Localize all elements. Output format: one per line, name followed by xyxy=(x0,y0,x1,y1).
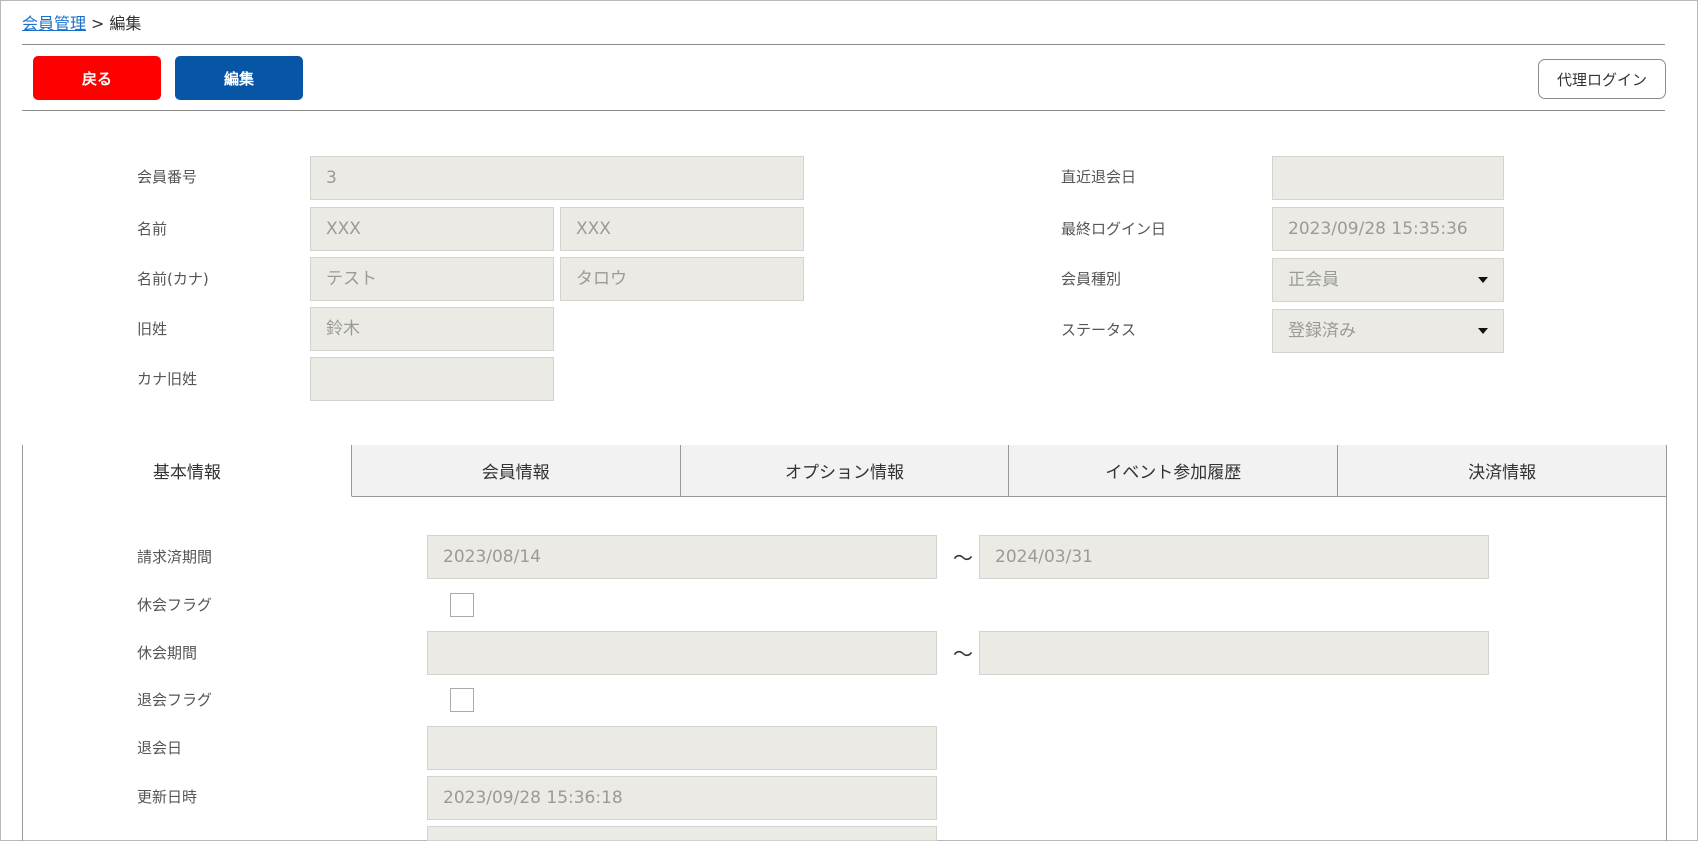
tab-bar: 基本情報 会員情報 オプション情報 イベント参加履歴 決済情報 xyxy=(23,445,1666,497)
tab-basic-info[interactable]: 基本情報 xyxy=(23,445,352,497)
member-number-field: 3 xyxy=(310,156,804,200)
breadcrumb-separator: > xyxy=(91,14,105,33)
next-field-partial xyxy=(427,826,937,841)
last-login-date-field: 2023/09/28 15:35:36 xyxy=(1272,207,1504,251)
breadcrumb-member-management-link[interactable]: 会員管理 xyxy=(22,14,86,33)
withdrawal-flag-checkbox[interactable] xyxy=(450,688,474,712)
member-type-label: 会員種別 xyxy=(1061,270,1122,288)
tab-option-info[interactable]: オプション情報 xyxy=(680,445,1010,497)
name-kana-label: 名前(カナ) xyxy=(137,270,209,288)
last-login-date-label: 最終ログイン日 xyxy=(1061,220,1167,238)
withdrawal-date-label: 退会日 xyxy=(137,739,183,757)
proxy-login-button[interactable]: 代理ログイン xyxy=(1538,59,1666,99)
member-number-label: 会員番号 xyxy=(137,168,198,186)
billed-period-label: 請求済期間 xyxy=(137,548,213,566)
breadcrumb-current: 編集 xyxy=(109,14,142,33)
toolbar-divider xyxy=(22,110,1665,111)
withdrawal-date-field xyxy=(427,726,937,770)
tab-event-history[interactable]: イベント参加履歴 xyxy=(1009,445,1339,497)
first-name-kana-field: タロウ xyxy=(560,257,804,301)
last-name-kana-field: テスト xyxy=(310,257,554,301)
former-surname-label: 旧姓 xyxy=(137,320,168,338)
billed-period-to-field: 2024/03/31 xyxy=(979,535,1489,579)
back-button[interactable]: 戻る xyxy=(33,56,161,100)
withdrawal-flag-label: 退会フラグ xyxy=(137,691,213,709)
billed-period-separator: ～ xyxy=(953,546,973,570)
suspension-period-label: 休会期間 xyxy=(137,644,198,662)
suspension-flag-checkbox[interactable] xyxy=(450,593,474,617)
last-name-field: XXX xyxy=(310,207,554,251)
former-surname-kana-field xyxy=(310,357,554,401)
billed-period-from-field: 2023/08/14 xyxy=(427,535,937,579)
suspension-period-from-field xyxy=(427,631,937,675)
suspension-flag-label: 休会フラグ xyxy=(137,596,213,614)
suspension-period-separator: ～ xyxy=(953,642,973,666)
header-divider xyxy=(22,44,1665,45)
former-surname-kana-label: カナ旧姓 xyxy=(137,370,198,388)
status-label: ステータス xyxy=(1061,321,1137,339)
tab-payment-info[interactable]: 決済情報 xyxy=(1338,445,1666,497)
first-name-field: XXX xyxy=(560,207,804,251)
updated-at-field: 2023/09/28 15:36:18 xyxy=(427,776,937,820)
breadcrumb: 会員管理 > 編集 xyxy=(22,13,141,35)
suspension-period-to-field xyxy=(979,631,1489,675)
name-label: 名前 xyxy=(137,220,168,238)
latest-withdrawal-date-field xyxy=(1272,156,1504,200)
former-surname-field: 鈴木 xyxy=(310,307,554,351)
updated-at-label: 更新日時 xyxy=(137,788,198,806)
member-type-select[interactable]: 正会員 xyxy=(1272,258,1504,302)
status-select[interactable]: 登録済み xyxy=(1272,309,1504,353)
tab-member-info[interactable]: 会員情報 xyxy=(351,445,681,497)
edit-button[interactable]: 編集 xyxy=(175,56,303,100)
latest-withdrawal-date-label: 直近退会日 xyxy=(1061,168,1137,186)
